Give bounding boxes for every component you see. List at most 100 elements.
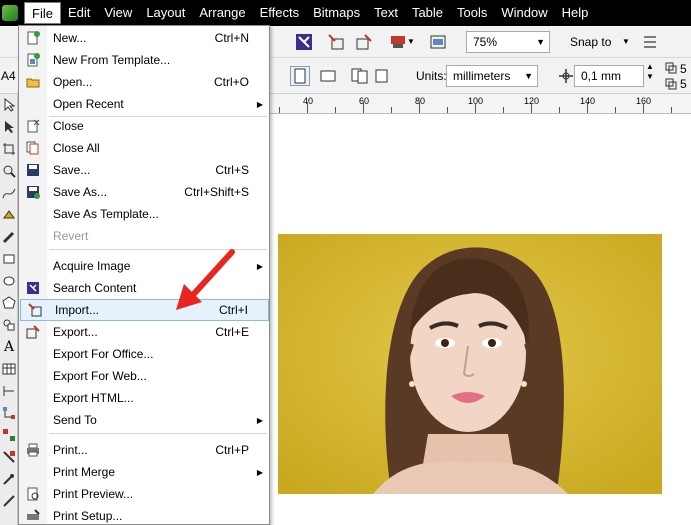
crop-tool-icon[interactable]	[0, 138, 18, 160]
blend-tool-icon[interactable]	[0, 424, 18, 446]
export-icon	[19, 321, 47, 343]
nudge-distance-input[interactable]: 0,1 mm	[574, 65, 644, 87]
landscape-icon[interactable]	[318, 66, 338, 86]
all-pages-icon[interactable]	[350, 66, 370, 86]
portrait-icon[interactable]	[290, 66, 310, 86]
nudge-value: 0,1 mm	[581, 69, 622, 83]
zoom-tool-icon[interactable]	[0, 160, 18, 182]
menu-item-export-for-office[interactable]: Export For Office...	[19, 343, 269, 365]
dimension-tool-icon[interactable]	[0, 380, 18, 402]
outline-tool-icon[interactable]	[0, 490, 18, 512]
print-preview-icon	[19, 483, 47, 505]
smart-fill-tool-icon[interactable]	[0, 204, 18, 226]
menu-item-open[interactable]: Open... Ctrl+O	[19, 71, 269, 93]
eyedropper-tool-icon[interactable]	[0, 468, 18, 490]
close-doc-icon	[19, 115, 47, 137]
menu-bar: File Edit View Layout Arrange Effects Bi…	[0, 0, 691, 26]
zoom-value: 75%	[473, 35, 498, 49]
menu-help[interactable]: Help	[555, 2, 596, 24]
app-launcher-icon[interactable]	[388, 32, 408, 52]
paper-size-label[interactable]: A4	[1, 65, 16, 87]
menu-text[interactable]: Text	[367, 2, 405, 24]
duplicate-x-icon	[664, 61, 678, 75]
shape-tool-icon[interactable]	[0, 116, 18, 138]
toolbox: A	[0, 94, 18, 525]
template-icon	[19, 49, 47, 71]
horizontal-ruler: 40 60 80 100 120 140 160	[270, 94, 691, 114]
text-tool-icon[interactable]: A	[0, 336, 18, 358]
menu-item-save-as-template[interactable]: Save As Template...	[19, 203, 269, 225]
transparency-tool-icon[interactable]	[0, 446, 18, 468]
chevron-down-icon: ▼	[536, 37, 545, 47]
app-logo-icon	[2, 5, 18, 21]
chevron-down-icon[interactable]: ▼	[622, 31, 630, 53]
units-combo[interactable]: millimeters ▼	[446, 65, 538, 87]
imported-portrait-photo[interactable]	[278, 234, 662, 494]
duplicate-y-value[interactable]: 5	[680, 73, 687, 95]
current-page-icon[interactable]	[372, 66, 392, 86]
menu-item-revert: Revert	[53, 229, 89, 243]
polygon-tool-icon[interactable]	[0, 292, 18, 314]
menu-bitmaps[interactable]: Bitmaps	[306, 2, 367, 24]
menu-view[interactable]: View	[97, 2, 139, 24]
welcome-screen-icon[interactable]	[428, 32, 448, 52]
pick-tool-icon[interactable]	[0, 94, 18, 116]
import-toolbar-icon[interactable]	[326, 32, 346, 52]
menu-item-print-setup[interactable]: Print Setup...	[19, 505, 269, 525]
nudge-icon	[556, 66, 576, 86]
menu-item-close[interactable]: Close	[19, 115, 269, 137]
ruler-label: 80	[415, 96, 426, 106]
menu-window[interactable]: Window	[494, 2, 554, 24]
freehand-tool-icon[interactable]	[0, 182, 18, 204]
menu-file[interactable]: File	[24, 2, 61, 24]
spinner-icon[interactable]: ▲ ▼	[646, 62, 654, 82]
open-folder-icon	[19, 71, 47, 93]
zoom-combo[interactable]: 75% ▼	[466, 31, 550, 53]
menu-separator	[49, 433, 267, 434]
menu-effects[interactable]: Effects	[253, 2, 307, 24]
new-doc-icon	[19, 27, 47, 49]
menu-item-export-html[interactable]: Export HTML...	[19, 387, 269, 409]
submenu-arrow-icon: ▶	[256, 467, 263, 477]
menu-item-new-from-template[interactable]: New From Template...	[19, 49, 269, 71]
menu-item-print-merge[interactable]: Print Merge ▶	[19, 461, 269, 483]
menu-item-export-for-web[interactable]: Export For Web...	[19, 365, 269, 387]
import-icon	[21, 299, 49, 321]
submenu-arrow-icon: ▶	[256, 99, 263, 109]
print-setup-icon	[19, 505, 47, 525]
connector-tool-icon[interactable]	[0, 402, 18, 424]
drawing-canvas[interactable]	[270, 114, 691, 525]
ruler-label: 40	[303, 96, 314, 106]
export-toolbar-icon[interactable]	[354, 32, 374, 52]
close-all-icon	[19, 137, 47, 159]
launcher-icon[interactable]	[294, 32, 314, 52]
chevron-down-icon[interactable]: ▼	[407, 31, 415, 53]
menu-item-close-all[interactable]: Close All	[19, 137, 269, 159]
menu-arrange[interactable]: Arrange	[192, 2, 252, 24]
submenu-arrow-icon: ▶	[256, 261, 263, 271]
menu-item-new[interactable]: New... Ctrl+N	[19, 27, 269, 49]
menu-tools[interactable]: Tools	[450, 2, 494, 24]
ellipse-tool-icon[interactable]	[0, 270, 18, 292]
menu-item-open-recent[interactable]: Open Recent ▶	[19, 93, 269, 115]
duplicate-y-icon	[664, 77, 678, 91]
table-tool-icon[interactable]	[0, 358, 18, 380]
units-value: millimeters	[453, 69, 511, 83]
menu-item-export[interactable]: Export... Ctrl+E	[19, 321, 269, 343]
menu-table[interactable]: Table	[405, 2, 450, 24]
chevron-down-icon: ▼	[524, 71, 533, 81]
menu-item-print-preview[interactable]: Print Preview...	[19, 483, 269, 505]
menu-item-print[interactable]: Print... Ctrl+P	[19, 439, 269, 461]
menu-layout[interactable]: Layout	[139, 2, 192, 24]
menu-edit[interactable]: Edit	[61, 2, 97, 24]
menu-item-save-as[interactable]: Save As... Ctrl+Shift+S	[19, 181, 269, 203]
options-icon[interactable]	[640, 32, 660, 52]
menu-item-save[interactable]: Save... Ctrl+S	[19, 159, 269, 181]
rectangle-tool-icon[interactable]	[0, 248, 18, 270]
basic-shapes-icon[interactable]	[0, 314, 18, 336]
artistic-media-icon[interactable]	[0, 226, 18, 248]
snap-to-label[interactable]: Snap to	[570, 31, 611, 53]
menu-item-send-to[interactable]: Send To ▶	[19, 409, 269, 431]
submenu-arrow-icon: ▶	[256, 415, 263, 425]
print-icon	[19, 439, 47, 461]
